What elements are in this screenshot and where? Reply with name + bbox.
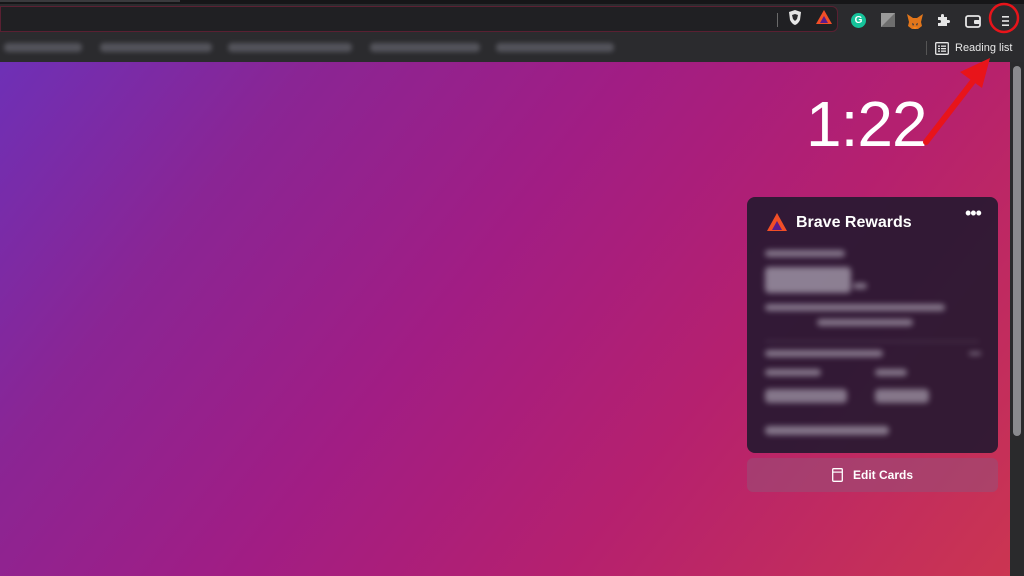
clock: 1:22 (806, 88, 928, 160)
brave-rewards-card: Brave Rewards ••• (747, 197, 998, 453)
puzzle-icon[interactable] (935, 12, 951, 28)
bookmark-item[interactable] (228, 43, 352, 52)
bookmarks-bar: Reading list (0, 34, 1024, 62)
reading-list-button[interactable]: Reading list (935, 40, 1012, 56)
active-tab-indicator (0, 0, 180, 2)
page-scrollbar[interactable] (1010, 62, 1024, 576)
bookmark-item[interactable] (370, 43, 480, 52)
bookmark-item[interactable] (496, 43, 614, 52)
blurred-earnings-more (969, 352, 981, 355)
blurred-pending-label (875, 369, 907, 376)
bookmark-item[interactable] (4, 43, 82, 52)
blurred-balance-note (765, 304, 945, 311)
blurred-balance-unit (853, 283, 867, 289)
blurred-earning-value (765, 389, 847, 403)
blurred-earnings-header (765, 350, 883, 357)
address-bar[interactable] (0, 6, 838, 32)
edit-cards-icon (832, 468, 843, 482)
edit-cards-button[interactable]: Edit Cards (747, 458, 998, 492)
reading-list-label: Reading list (955, 42, 1013, 54)
brave-rewards-icon[interactable] (815, 8, 833, 26)
address-bar-divider (777, 13, 778, 27)
new-tab-page: 1:22 Brave Rewards ••• Edit Cards (0, 62, 1010, 576)
blurred-balance-label (765, 250, 845, 257)
blurred-balance-note (817, 319, 913, 326)
brave-rewards-logo-icon (766, 212, 788, 232)
bookmarks-separator (926, 41, 927, 55)
scrollbar-thumb[interactable] (1013, 66, 1021, 436)
edit-cards-label: Edit Cards (852, 468, 913, 482)
metamask-fox-icon[interactable] (906, 12, 924, 30)
hamburger-menu-icon[interactable] (992, 9, 1018, 33)
blurred-divider (765, 341, 979, 342)
extension-grey-icon[interactable] (881, 13, 895, 27)
blurred-earning-label (765, 369, 821, 376)
reading-list-icon (935, 41, 949, 55)
blurred-settings-link[interactable] (765, 426, 889, 435)
blurred-pending-value (875, 389, 929, 403)
wallet-icon[interactable] (964, 12, 982, 30)
card-more-options-button[interactable]: ••• (965, 204, 987, 223)
browser-toolbar: G (0, 4, 1024, 34)
blurred-balance-value (765, 267, 851, 293)
bookmark-item[interactable] (100, 43, 212, 52)
rewards-card-title: Brave Rewards (796, 214, 912, 231)
grammarly-icon[interactable]: G (851, 13, 866, 28)
brave-shield-icon[interactable] (786, 8, 804, 26)
